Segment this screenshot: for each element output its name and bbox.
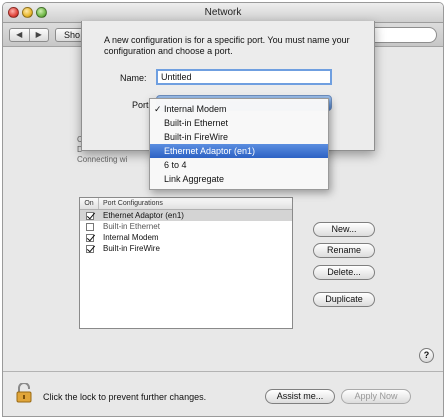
forward-arrow-icon[interactable]: ▶: [28, 29, 49, 41]
window-title: Network: [204, 7, 242, 18]
column-port-configurations[interactable]: Port Configurations: [99, 198, 163, 209]
menu-item-label: Built-in Ethernet: [164, 118, 229, 128]
table-row[interactable]: Ethernet Adaptor (en1): [80, 210, 292, 221]
table-header: On Port Configurations: [80, 198, 292, 210]
menu-item-label: Internal Modem: [164, 104, 227, 114]
name-label: Name:: [120, 73, 147, 83]
port-menu: ✓ Internal Modem Built-in Ethernet Built-in…: [149, 98, 329, 190]
rename-button[interactable]: Rename: [313, 243, 375, 258]
menu-item[interactable]: Built-in FireWire: [150, 130, 328, 144]
lock-text: Click the lock to prevent further change…: [43, 392, 207, 402]
menu-item[interactable]: Built-in Ethernet: [150, 116, 328, 130]
lock-icon[interactable]: [15, 382, 33, 403]
on-checkbox[interactable]: [85, 244, 94, 253]
checkmark-icon: ✓: [154, 104, 162, 114]
on-checkbox[interactable]: [85, 222, 94, 231]
name-input[interactable]: [156, 69, 332, 85]
background-text-3: Connecting wi: [77, 155, 128, 164]
table-row[interactable]: Built-in FireWire: [80, 243, 292, 254]
new-button[interactable]: New...: [313, 222, 375, 237]
on-checkbox[interactable]: [85, 233, 94, 242]
sheet-message: A new configuration is for a specific po…: [104, 35, 350, 56]
port-label: Built-in FireWire: [103, 244, 160, 253]
menu-item-label: Built-in FireWire: [164, 132, 229, 142]
menu-item[interactable]: Link Aggregate: [150, 172, 328, 186]
checkbox-cell: [80, 244, 99, 253]
menu-item[interactable]: ✓ Internal Modem: [150, 102, 328, 116]
column-on[interactable]: On: [80, 198, 99, 209]
menu-item-label: Link Aggregate: [164, 174, 225, 184]
port-label: Port: [132, 100, 149, 110]
port-label: Built-in Ethernet: [103, 222, 160, 231]
apply-now-button[interactable]: Apply Now: [341, 389, 411, 404]
back-arrow-icon[interactable]: ◀: [10, 29, 29, 41]
duplicate-button[interactable]: Duplicate: [313, 292, 375, 307]
table-body: Ethernet Adaptor (en1) Built-in Ethernet I…: [80, 210, 292, 254]
menu-item-label: Ethernet Adaptor (en1): [164, 146, 256, 156]
menu-item-label: 6 to 4: [164, 160, 187, 170]
port-label: Ethernet Adaptor (en1): [103, 211, 184, 220]
table-row[interactable]: Built-in Ethernet: [80, 221, 292, 232]
network-window: Network ◀ ▶ Sho Cli D Connecting wi On P…: [2, 2, 444, 417]
table-row[interactable]: Internal Modem: [80, 232, 292, 243]
checkbox-cell: [80, 222, 99, 231]
port-configurations-table: On Port Configurations Ethernet Adaptor …: [79, 197, 293, 329]
back-forward-buttons: ◀ ▶: [9, 28, 49, 42]
assist-me-button[interactable]: Assist me...: [265, 389, 335, 404]
menu-item[interactable]: 6 to 4: [150, 158, 328, 172]
checkbox-cell: [80, 211, 99, 220]
on-checkbox[interactable]: [85, 211, 94, 220]
checkbox-cell: [80, 233, 99, 242]
divider: [3, 371, 443, 372]
title-bar[interactable]: Network: [3, 3, 443, 23]
port-label: Internal Modem: [103, 233, 159, 242]
help-icon[interactable]: ?: [419, 348, 434, 363]
delete-button[interactable]: Delete...: [313, 265, 375, 280]
menu-item[interactable]: Ethernet Adaptor (en1): [150, 144, 328, 158]
